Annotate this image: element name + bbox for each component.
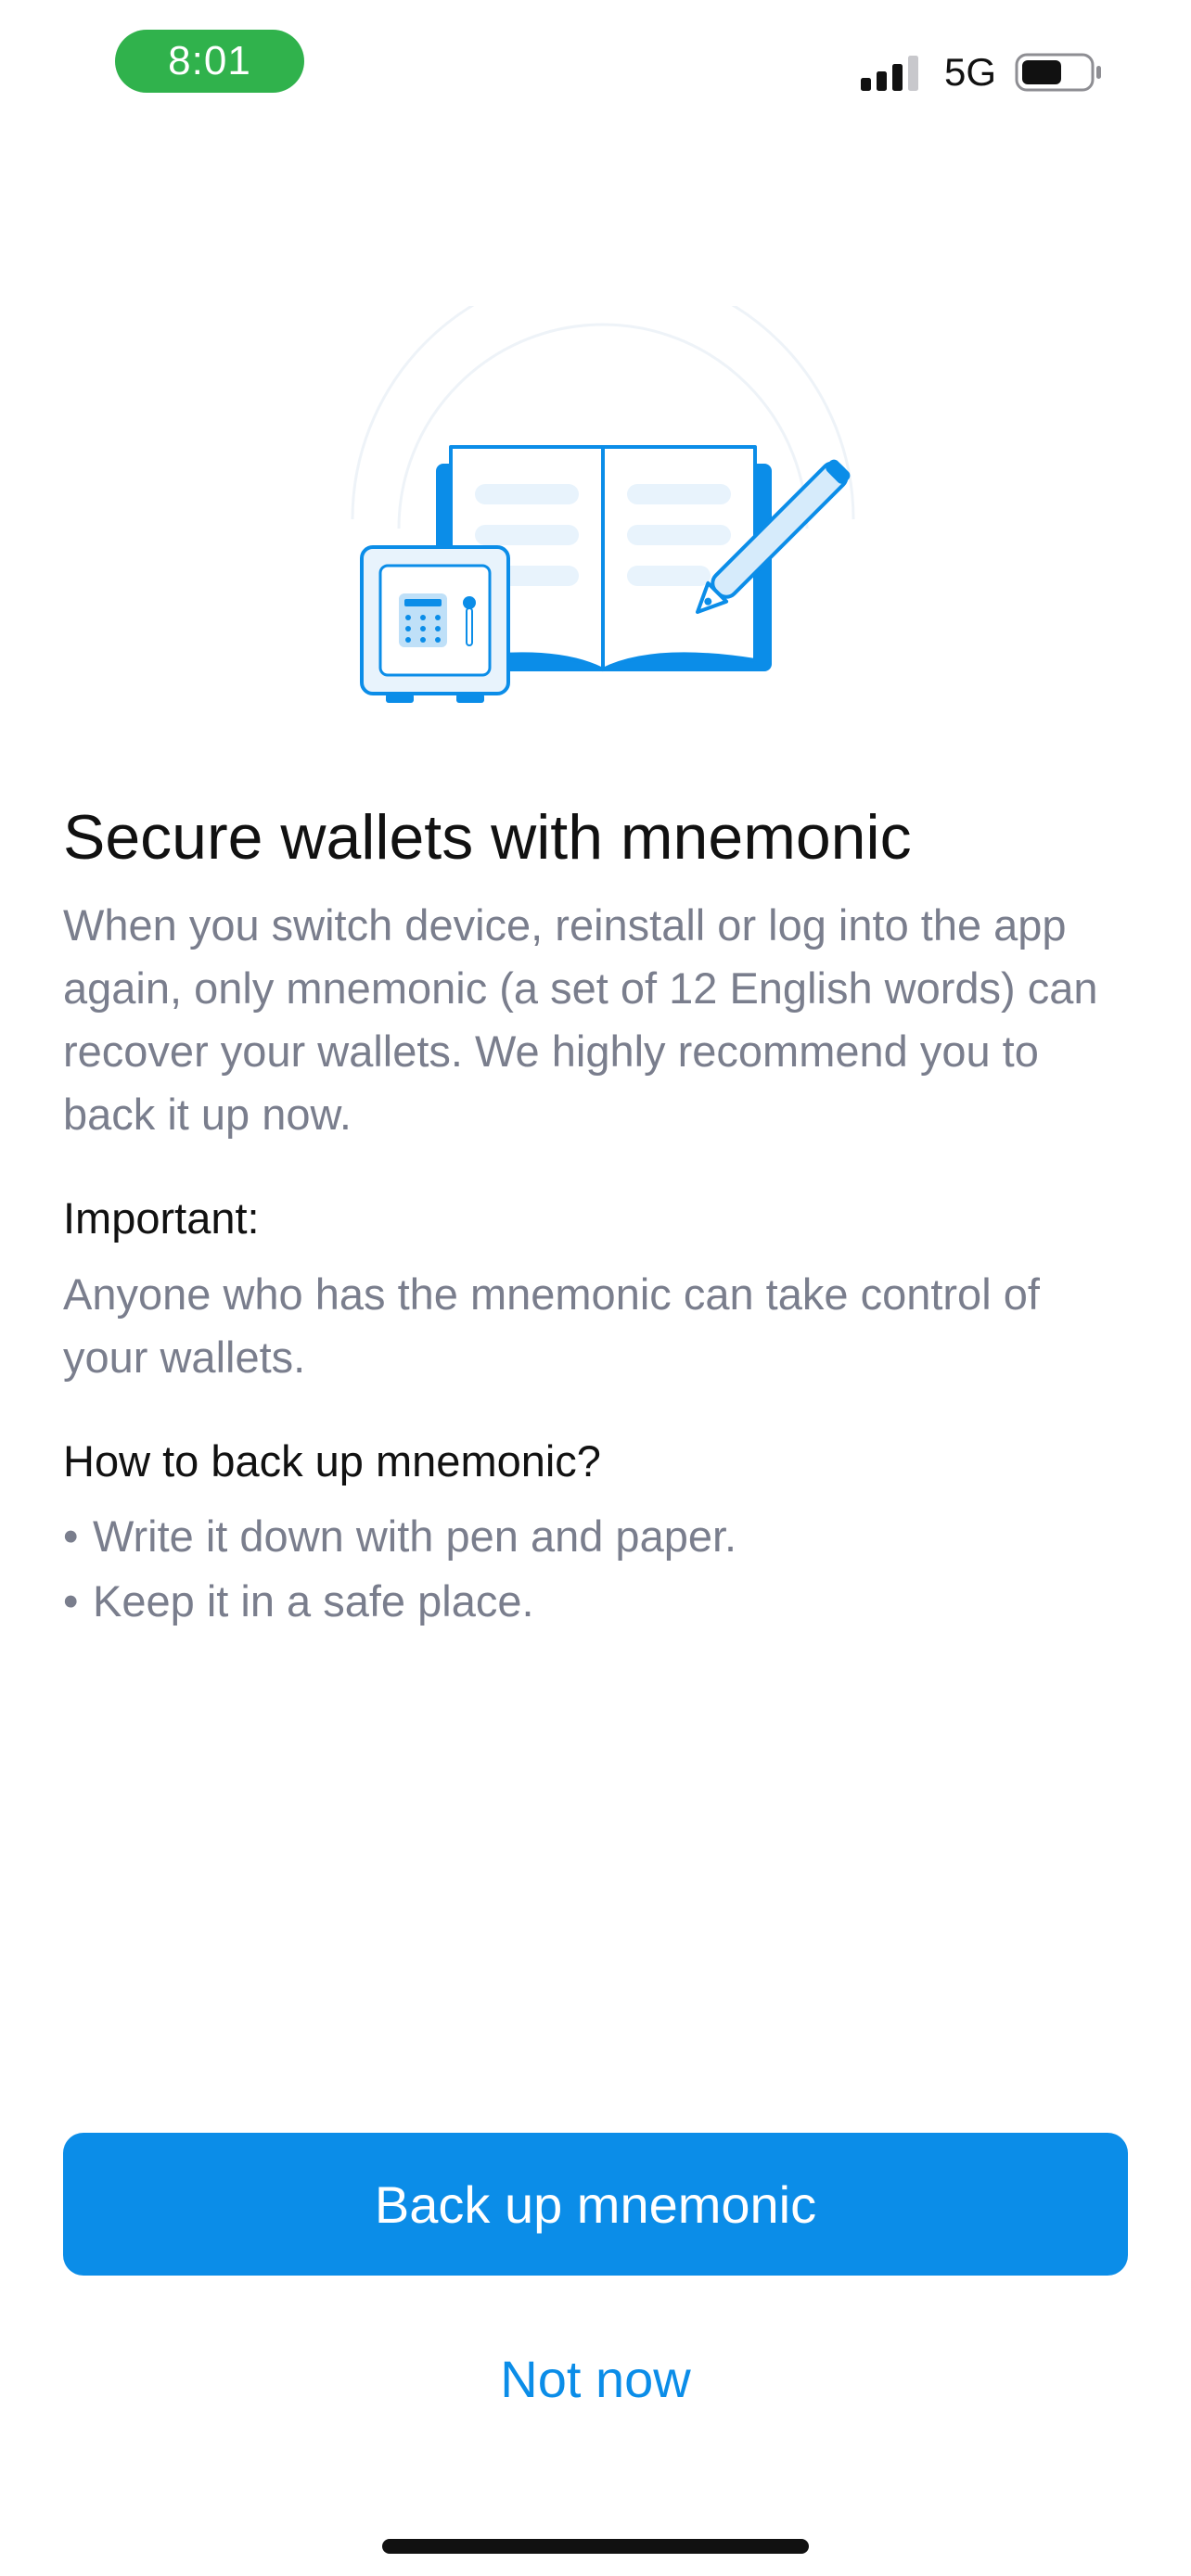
bullet-icon: • [63,1511,79,1561]
book-safe-pen-illustration [334,267,872,714]
howto-item-text: Keep it in a safe place. [93,1576,534,1626]
cellular-signal-icon [860,54,926,91]
page-title: Secure wallets with mnemonic [63,802,912,873]
list-item: • Write it down with pen and paper. [63,1504,1128,1569]
howto-item-text: Write it down with pen and paper. [93,1511,737,1561]
important-heading: Important: [63,1193,260,1243]
back-up-mnemonic-button[interactable]: Back up mnemonic [63,2133,1128,2276]
battery-icon [1015,52,1104,93]
home-indicator[interactable] [382,2539,809,2554]
list-item: • Keep it in a safe place. [63,1569,1128,1634]
status-indicators: 5G [860,45,1104,100]
bullet-icon: • [63,1576,79,1626]
howto-heading: How to back up mnemonic? [63,1436,601,1486]
howto-list: • Write it down with pen and paper. • Ke… [63,1504,1128,1634]
content: Secure wallets with mnemonic When you sw… [63,797,1128,1634]
description-text: When you switch device, reinstall or log… [63,900,1098,1139]
not-now-button[interactable]: Not now [317,2337,874,2420]
important-text: Anyone who has the mnemonic can take con… [63,1269,1040,1382]
network-type: 5G [943,50,996,94]
status-time: 8:01 [115,30,304,93]
status-bar: 8:01 5G [0,0,1191,139]
